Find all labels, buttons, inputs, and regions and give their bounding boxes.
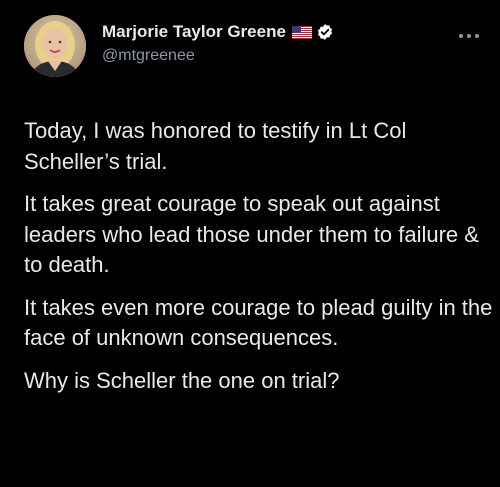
us-flag-icon (291, 25, 312, 39)
name-row: Marjorie Taylor Greene (102, 21, 462, 43)
more-options-icon[interactable] (458, 27, 480, 38)
verified-badge-icon (316, 23, 334, 41)
tweet-paragraph: It takes even more courage to plead guil… (24, 294, 493, 351)
handle[interactable]: @mtgreenee (102, 47, 462, 65)
tweet-text: Today, I was honored to testify in Lt Co… (24, 116, 494, 408)
tweet-card: Marjorie Taylor Greene @mtgreenee Today,… (0, 0, 500, 487)
profile-photo-icon (24, 15, 86, 77)
avatar[interactable] (24, 15, 86, 77)
author-info[interactable]: Marjorie Taylor Greene @mtgreenee (102, 21, 462, 65)
tweet-paragraph: Why is Scheller the one on trial? (24, 367, 340, 393)
tweet-paragraph: It takes great courage to speak out agai… (24, 191, 479, 277)
display-name[interactable]: Marjorie Taylor Greene (102, 22, 286, 42)
tweet-paragraph: Today, I was honored to testify in Lt Co… (24, 118, 407, 174)
